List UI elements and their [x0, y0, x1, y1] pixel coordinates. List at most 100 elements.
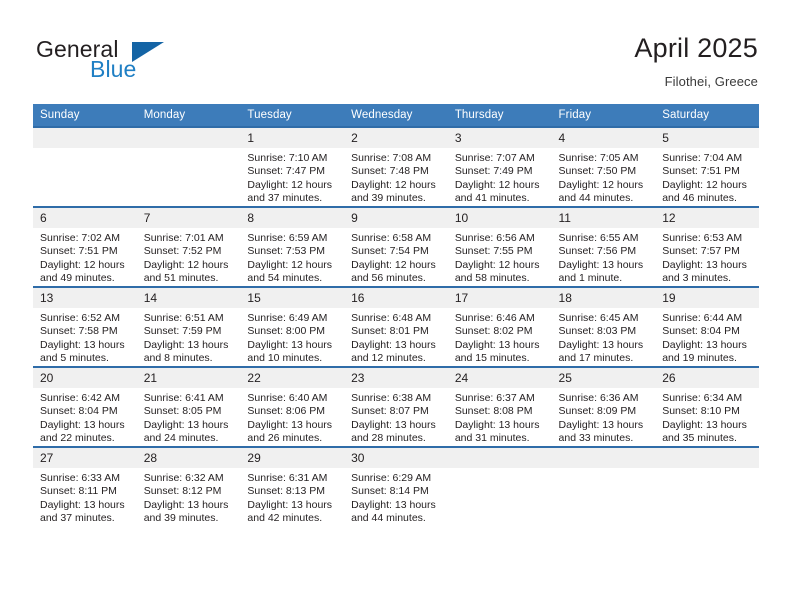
sunset-time: Sunset: 8:08 PM [454, 405, 533, 418]
calendar-day-cell[interactable]: 12 Sunrise: 6:53 AM Sunset: 7:57 PM Dayligh… [655, 206, 759, 287]
day-number: 13 [33, 288, 137, 308]
daylight-duration-line1: Daylight: 12 hours [247, 258, 333, 271]
calendar-day-cell[interactable]: 25 Sunrise: 6:36 AM Sunset: 8:09 PM Dayligh… [551, 366, 656, 447]
daylight-duration-line2: and 51 minutes. [143, 272, 219, 285]
calendar-day-cell-empty [33, 126, 137, 207]
day-details: Sunrise: 7:08 AM Sunset: 7:48 PM Daylight:… [344, 148, 448, 206]
daylight-duration-line1: Daylight: 12 hours [351, 178, 436, 191]
daylight-duration-line1: Daylight: 13 hours [558, 338, 644, 351]
daylight-duration-line1: Daylight: 13 hours [40, 498, 125, 511]
day-details: Sunrise: 6:31 AM Sunset: 8:13 PM Daylight:… [240, 468, 344, 526]
calendar-day-cell[interactable]: 26 Sunrise: 6:34 AM Sunset: 8:10 PM Dayligh… [655, 366, 759, 447]
brand-triangle-icon [132, 42, 164, 62]
day-details: Sunrise: 7:01 AM Sunset: 7:52 PM Daylight:… [137, 228, 241, 286]
day-number [447, 448, 552, 468]
calendar-day-cell[interactable]: 24 Sunrise: 6:37 AM Sunset: 8:08 PM Dayligh… [447, 366, 552, 447]
daylight-duration-line2: and 10 minutes. [247, 352, 323, 365]
calendar-day-cell[interactable]: 2 Sunrise: 7:08 AM Sunset: 7:48 PM Daylight… [344, 126, 448, 207]
sunset-time: Sunset: 7:50 PM [558, 165, 637, 178]
sunset-time: Sunset: 7:49 PM [454, 165, 533, 178]
daylight-duration-line2: and 19 minutes. [662, 352, 737, 365]
daylight-duration-line1: Daylight: 12 hours [40, 258, 125, 271]
sunset-time: Sunset: 8:01 PM [351, 325, 429, 338]
daylight-duration-line1: Daylight: 12 hours [351, 258, 436, 271]
daylight-duration-line1: Daylight: 13 hours [143, 498, 229, 511]
day-details: Sunrise: 6:56 AM Sunset: 7:55 PM Daylight:… [448, 228, 552, 286]
calendar-body: 1 Sunrise: 7:10 AM Sunset: 7:47 PM Daylight… [33, 126, 759, 526]
sunset-time: Sunset: 8:00 PM [247, 325, 326, 338]
calendar-day-cell[interactable]: 27 Sunrise: 6:33 AM Sunset: 8:11 PM Dayligh… [33, 446, 137, 526]
day-details: Sunrise: 6:44 AM Sunset: 8:04 PM Daylight:… [655, 308, 759, 366]
day-details: Sunrise: 6:45 AM Sunset: 8:03 PM Daylight:… [552, 308, 656, 366]
sunrise-time: Sunrise: 6:40 AM [247, 392, 328, 404]
day-number: 10 [447, 208, 552, 228]
calendar-day-cell[interactable]: 16 Sunrise: 6:48 AM Sunset: 8:01 PM Dayligh… [344, 286, 448, 367]
calendar-day-cell[interactable]: 1 Sunrise: 7:10 AM Sunset: 7:47 PM Daylight… [240, 126, 345, 207]
day-number [136, 128, 241, 148]
day-number: 28 [136, 448, 241, 468]
calendar-day-cell-empty [655, 446, 759, 526]
calendar-day-cell[interactable]: 15 Sunrise: 6:49 AM Sunset: 8:00 PM Dayligh… [240, 286, 345, 367]
calendar-day-cell[interactable]: 6 Sunrise: 7:02 AM Sunset: 7:51 PM Daylight… [33, 206, 137, 287]
day-number: 17 [447, 288, 552, 308]
calendar-day-cell[interactable]: 11 Sunrise: 6:55 AM Sunset: 7:56 PM Dayligh… [551, 206, 656, 287]
calendar-day-cell-empty [551, 446, 656, 526]
daylight-duration-line2: and 39 minutes. [351, 192, 426, 205]
sunrise-time: Sunrise: 7:10 AM [247, 152, 328, 164]
calendar-day-cell[interactable]: 8 Sunrise: 6:59 AM Sunset: 7:53 PM Daylight… [240, 206, 345, 287]
calendar-day-cell[interactable]: 21 Sunrise: 6:41 AM Sunset: 8:05 PM Dayligh… [136, 366, 241, 447]
daylight-duration-line1: Daylight: 13 hours [143, 338, 229, 351]
calendar-day-cell[interactable]: 30 Sunrise: 6:29 AM Sunset: 8:14 PM Dayligh… [344, 446, 448, 526]
daylight-duration-line1: Daylight: 12 hours [247, 178, 333, 191]
calendar-day-cell[interactable]: 5 Sunrise: 7:04 AM Sunset: 7:51 PM Daylight… [655, 126, 759, 207]
calendar-day-cell[interactable]: 22 Sunrise: 6:40 AM Sunset: 8:06 PM Dayligh… [240, 366, 345, 447]
sunset-time: Sunset: 7:53 PM [247, 245, 326, 258]
sunrise-time: Sunrise: 6:46 AM [454, 312, 535, 324]
calendar-day-cell[interactable]: 9 Sunrise: 6:58 AM Sunset: 7:54 PM Daylight… [344, 206, 448, 287]
sunset-time: Sunset: 8:03 PM [558, 325, 637, 338]
calendar-day-cell[interactable]: 17 Sunrise: 6:46 AM Sunset: 8:02 PM Dayligh… [447, 286, 552, 367]
daylight-duration-line2: and 24 minutes. [143, 432, 219, 445]
daylight-duration-line1: Daylight: 12 hours [662, 178, 747, 191]
sunrise-time: Sunrise: 7:05 AM [558, 152, 639, 164]
sunrise-time: Sunrise: 6:29 AM [351, 472, 432, 484]
day-number [551, 448, 656, 468]
daylight-duration-line2: and 39 minutes. [143, 512, 219, 525]
daylight-duration-line1: Daylight: 13 hours [662, 418, 747, 431]
calendar-day-cell[interactable]: 13 Sunrise: 6:52 AM Sunset: 7:58 PM Dayligh… [33, 286, 137, 367]
calendar-day-cell[interactable]: 23 Sunrise: 6:38 AM Sunset: 8:07 PM Dayligh… [344, 366, 448, 447]
day-number: 23 [344, 368, 448, 388]
calendar-day-cell[interactable]: 10 Sunrise: 6:56 AM Sunset: 7:55 PM Dayligh… [447, 206, 552, 287]
sunset-time: Sunset: 8:04 PM [40, 405, 118, 418]
brand-logo[interactable]: General Blue [34, 36, 234, 88]
day-details: Sunrise: 7:07 AM Sunset: 7:49 PM Daylight:… [448, 148, 552, 206]
calendar-day-cell[interactable]: 28 Sunrise: 6:32 AM Sunset: 8:12 PM Dayligh… [136, 446, 241, 526]
daylight-duration-line2: and 8 minutes. [143, 352, 213, 365]
brand-name-blue: Blue [90, 56, 137, 82]
day-details: Sunrise: 6:59 AM Sunset: 7:53 PM Daylight:… [240, 228, 344, 286]
calendar-day-cell[interactable]: 3 Sunrise: 7:07 AM Sunset: 7:49 PM Daylight… [447, 126, 552, 207]
calendar-header-row: Sunday Monday Tuesday Wednesday Thursday… [33, 104, 759, 127]
calendar-day-cell[interactable]: 29 Sunrise: 6:31 AM Sunset: 8:13 PM Dayligh… [240, 446, 345, 526]
calendar-day-cell[interactable]: 19 Sunrise: 6:44 AM Sunset: 8:04 PM Dayligh… [655, 286, 759, 367]
calendar-day-cell[interactable]: 4 Sunrise: 7:05 AM Sunset: 7:50 PM Daylight… [551, 126, 656, 207]
daylight-duration-line2: and 26 minutes. [247, 432, 323, 445]
calendar-day-cell[interactable]: 20 Sunrise: 6:42 AM Sunset: 8:04 PM Dayligh… [33, 366, 137, 447]
daylight-duration-line2: and 31 minutes. [454, 432, 530, 445]
sunset-time: Sunset: 8:14 PM [351, 485, 429, 498]
calendar-day-cell[interactable]: 14 Sunrise: 6:51 AM Sunset: 7:59 PM Dayligh… [136, 286, 241, 367]
calendar-week-row: 13 Sunrise: 6:52 AM Sunset: 7:58 PM Dayligh… [33, 286, 759, 367]
sunset-time: Sunset: 8:13 PM [247, 485, 326, 498]
daylight-duration-line1: Daylight: 13 hours [247, 338, 333, 351]
weekday-header-thursday: Thursday [447, 104, 552, 127]
daylight-duration-line1: Daylight: 13 hours [143, 418, 229, 431]
day-number: 3 [447, 128, 552, 148]
sunset-time: Sunset: 7:58 PM [40, 325, 118, 338]
calendar-day-cell[interactable]: 18 Sunrise: 6:45 AM Sunset: 8:03 PM Dayligh… [551, 286, 656, 367]
calendar-day-cell[interactable]: 7 Sunrise: 7:01 AM Sunset: 7:52 PM Daylight… [136, 206, 241, 287]
day-number: 18 [551, 288, 656, 308]
day-details: Sunrise: 6:29 AM Sunset: 8:14 PM Daylight:… [344, 468, 448, 526]
daylight-duration-line1: Daylight: 13 hours [662, 258, 747, 271]
calendar-day-cell-empty [136, 126, 241, 207]
title-block: April 2025 Filothei, Greece [634, 32, 758, 91]
